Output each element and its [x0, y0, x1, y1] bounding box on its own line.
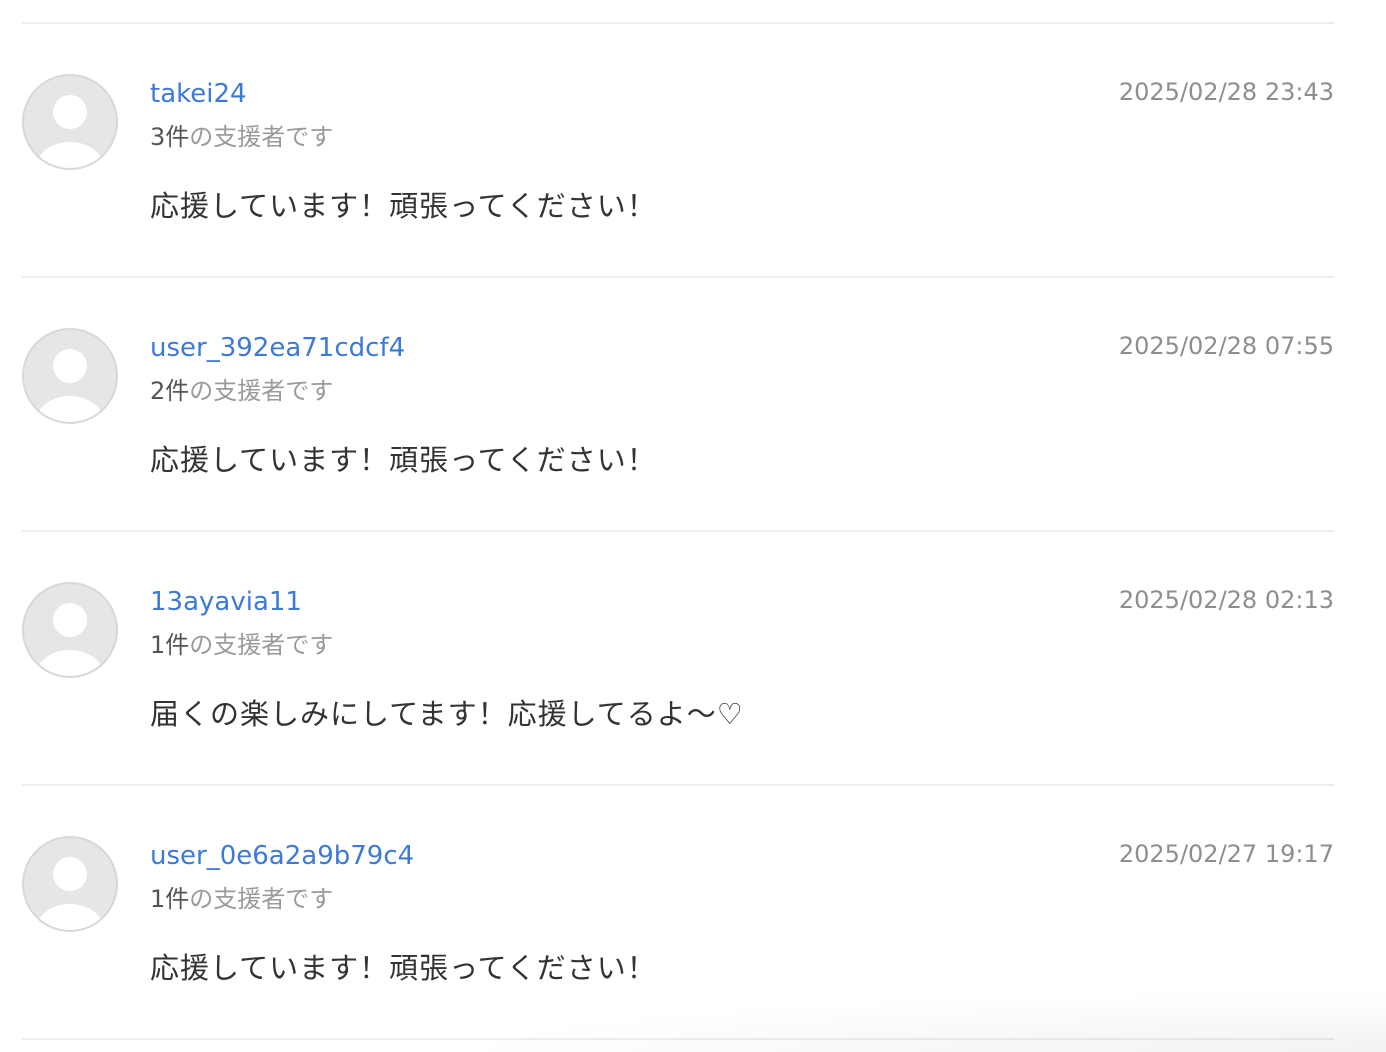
person-silhouette-icon	[36, 857, 104, 930]
comment-message: 応援しています！頑張ってください！	[150, 951, 657, 985]
comment-item: 13ayavia11 1件の支援者です 2025/02/28 02:13 届くの…	[22, 532, 1334, 786]
supporter-label: の支援者です	[189, 377, 334, 405]
username-link[interactable]: user_392ea71cdcf4	[150, 331, 405, 365]
supporter-info: 1件の支援者です	[150, 629, 333, 661]
supporter-info: 1件の支援者です	[150, 883, 333, 915]
support-count: 3件	[150, 123, 190, 151]
comment-timestamp: 2025/02/28 02:13	[1118, 586, 1334, 614]
comment-list: takei24 3件の支援者です 2025/02/28 23:43 応援していま…	[22, 22, 1334, 1040]
comment-timestamp: 2025/02/27 19:17	[1118, 840, 1334, 868]
support-count: 1件	[150, 885, 190, 913]
user-avatar-icon[interactable]	[22, 328, 118, 424]
supporter-info: 2件の支援者です	[150, 375, 333, 407]
user-avatar-icon[interactable]	[22, 74, 118, 170]
username-link[interactable]: user_0e6a2a9b79c4	[150, 839, 414, 873]
comment-timestamp: 2025/02/28 23:43	[1118, 78, 1334, 106]
support-count: 1件	[150, 631, 190, 659]
support-count: 2件	[150, 377, 190, 405]
supporter-info: 3件の支援者です	[150, 121, 333, 153]
user-avatar-icon[interactable]	[22, 582, 118, 678]
user-avatar-icon[interactable]	[22, 836, 118, 932]
supporter-label: の支援者です	[189, 631, 334, 659]
supporter-label: の支援者です	[189, 123, 334, 151]
person-silhouette-icon	[36, 603, 104, 676]
comment-item: user_0e6a2a9b79c4 1件の支援者です 2025/02/27 19…	[22, 786, 1334, 1040]
username-link[interactable]: 13ayavia11	[150, 585, 302, 619]
comment-message: 応援しています！頑張ってください！	[150, 443, 657, 477]
comment-message: 応援しています！頑張ってください！	[150, 189, 657, 223]
comment-item: user_392ea71cdcf4 2件の支援者です 2025/02/28 07…	[22, 278, 1334, 532]
person-silhouette-icon	[36, 95, 104, 168]
person-silhouette-icon	[36, 349, 104, 422]
comment-timestamp: 2025/02/28 07:55	[1118, 332, 1334, 360]
comment-message: 届くの楽しみにしてます！応援してるよ〜♡	[150, 697, 744, 731]
comment-item: takei24 3件の支援者です 2025/02/28 23:43 応援していま…	[22, 24, 1334, 278]
username-link[interactable]: takei24	[150, 77, 247, 111]
supporter-label: の支援者です	[189, 885, 334, 913]
